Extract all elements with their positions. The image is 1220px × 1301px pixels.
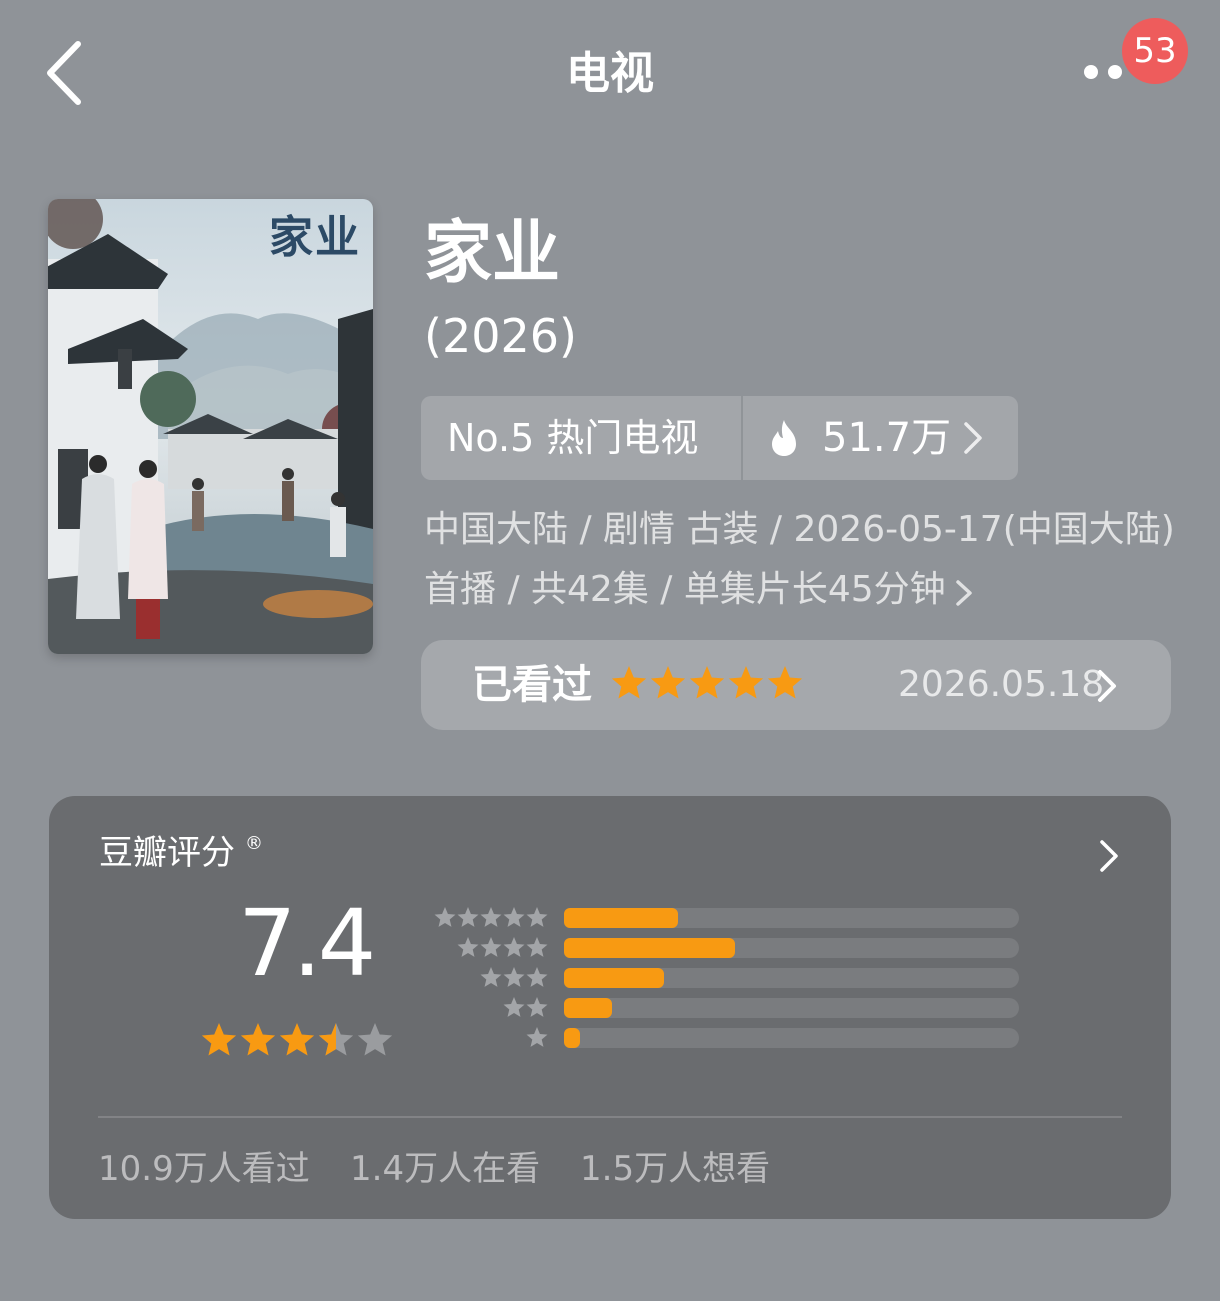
star-icon bbox=[457, 907, 479, 927]
rank-label: No.5 热门电视 bbox=[447, 416, 699, 460]
chevron-right-icon[interactable] bbox=[1094, 668, 1120, 708]
star-rating-icon bbox=[611, 666, 803, 699]
distribution-bar-fill bbox=[564, 908, 678, 928]
watched-label: 已看过 bbox=[472, 662, 592, 708]
distribution-bar-fill bbox=[564, 1028, 580, 1048]
star-icon bbox=[434, 907, 456, 927]
star-icon bbox=[526, 1027, 548, 1047]
star-icon bbox=[767, 666, 803, 699]
distribution-bar-fill bbox=[564, 968, 664, 988]
distribution-bar-track bbox=[564, 998, 1019, 1018]
star-icon bbox=[457, 937, 479, 957]
distribution-stars-icon bbox=[457, 937, 548, 957]
chevron-right-icon[interactable] bbox=[1096, 838, 1122, 878]
star-icon bbox=[526, 997, 548, 1017]
distribution-bar-track bbox=[564, 938, 1019, 958]
watched-date: 2026.05.18 bbox=[898, 664, 1105, 705]
star-icon bbox=[689, 666, 725, 699]
watched-count[interactable]: 10.9万人看过 bbox=[98, 1144, 310, 1194]
star-icon bbox=[480, 937, 502, 957]
star-icon bbox=[201, 1023, 237, 1056]
distribution-bar-track bbox=[564, 908, 1019, 928]
star-rating-icon bbox=[201, 1023, 393, 1056]
star-icon bbox=[526, 907, 548, 927]
star-icon bbox=[503, 937, 525, 957]
rating-score: 7.4 bbox=[238, 890, 376, 997]
star-icon bbox=[503, 907, 525, 927]
distribution-bar-track bbox=[564, 968, 1019, 988]
flame-icon bbox=[768, 418, 800, 462]
star-icon bbox=[650, 666, 686, 699]
meta-info-line: 中国大陆 / 剧情 古装 / 2026-05-17(中国大陆) bbox=[424, 509, 1175, 550]
meta-info-line[interactable]: 首播 / 共42集 / 单集片长45分钟 bbox=[424, 565, 946, 615]
distribution-bar-track bbox=[564, 1028, 1019, 1048]
want-count[interactable]: 1.5万人想看 bbox=[580, 1144, 770, 1194]
page-title: 电视 bbox=[566, 48, 654, 99]
distribution-stars-icon bbox=[480, 967, 548, 987]
watching-count[interactable]: 1.4万人在看 bbox=[350, 1144, 540, 1194]
star-icon bbox=[357, 1023, 393, 1056]
star-icon bbox=[503, 997, 525, 1017]
chevron-right-icon[interactable] bbox=[960, 420, 986, 460]
score-stars bbox=[200, 1022, 400, 1066]
more-button[interactable] bbox=[1078, 58, 1128, 88]
star-icon bbox=[526, 967, 548, 987]
rating-card-title: 豆瓣评分 bbox=[99, 833, 235, 873]
show-year: (2026) bbox=[424, 309, 577, 363]
distribution-bar-fill bbox=[564, 998, 612, 1018]
poster-title-text: 家业 bbox=[269, 212, 361, 263]
my-rating-stars[interactable] bbox=[610, 665, 810, 709]
star-icon bbox=[526, 937, 548, 957]
star-icon bbox=[480, 907, 502, 927]
star-icon bbox=[279, 1023, 315, 1056]
card-divider bbox=[98, 1116, 1122, 1118]
star-icon bbox=[611, 666, 647, 699]
registered-mark: ® bbox=[245, 833, 263, 854]
star-icon bbox=[240, 1023, 276, 1056]
pill-divider bbox=[741, 396, 743, 480]
poster-artwork bbox=[48, 199, 373, 654]
chevron-right-icon[interactable] bbox=[952, 578, 976, 612]
more-dots-icon bbox=[1084, 65, 1098, 79]
distribution-bar-fill bbox=[564, 938, 735, 958]
star-icon bbox=[728, 666, 764, 699]
star-icon bbox=[503, 967, 525, 987]
notification-badge[interactable]: 53 bbox=[1122, 18, 1188, 84]
more-dots-icon bbox=[1108, 65, 1122, 79]
distribution-stars-icon bbox=[434, 907, 548, 927]
distribution-stars-icon bbox=[503, 997, 548, 1017]
rank-section[interactable]: No.5 热门电视 bbox=[421, 396, 741, 480]
heat-value: 51.7万 bbox=[822, 415, 952, 461]
poster-image[interactable]: 家业 bbox=[48, 199, 373, 654]
show-title: 家业 bbox=[424, 214, 561, 293]
distribution-stars-icon bbox=[526, 1027, 548, 1047]
star-icon bbox=[480, 967, 502, 987]
